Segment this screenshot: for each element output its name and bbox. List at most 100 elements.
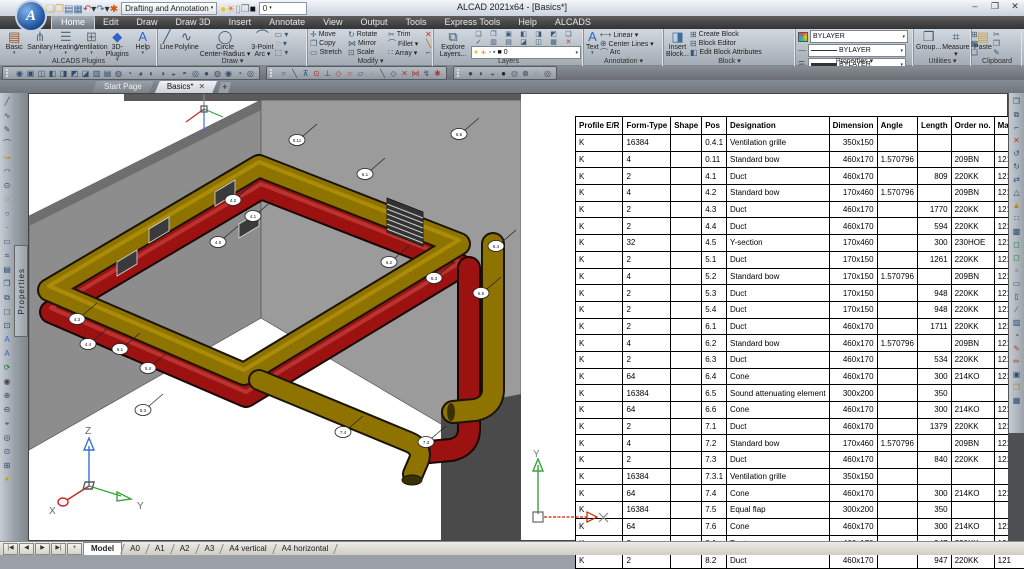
modify-tool-button[interactable]: ⇄ bbox=[1013, 173, 1020, 186]
osnap-toolbar-button[interactable]: ◇ bbox=[333, 68, 344, 79]
draw-tool-button[interactable]: ◎ bbox=[4, 431, 11, 445]
modify-button-scale[interactable]: ⊡Scale bbox=[348, 48, 388, 57]
draw-tool-button[interactable]: ✎ bbox=[4, 123, 11, 137]
view-toolbar-button[interactable]: ◨ bbox=[58, 68, 69, 79]
table-row[interactable]: K26.1Duct460x1701711220KK121 bbox=[576, 318, 1024, 335]
table-row[interactable]: K46.2Standard bow460x1701.570796209BN121 bbox=[576, 335, 1024, 352]
modify-button-copy[interactable]: ❐Copy bbox=[310, 39, 348, 48]
view-toolbar-button[interactable]: ▤ bbox=[102, 68, 113, 79]
block-button-create-block[interactable]: ⊞Create Block bbox=[690, 30, 762, 39]
modify-tool-button[interactable]: ◔ bbox=[1014, 329, 1019, 342]
view-toolbar-button[interactable]: ◫ bbox=[36, 68, 47, 79]
modify-tool-button[interactable]: ∷ bbox=[1014, 212, 1019, 225]
modify-tool-button[interactable]: ❐ bbox=[1013, 95, 1020, 108]
block-button-edit-block-attributes[interactable]: ◧Edit Block Attributes bbox=[690, 48, 762, 57]
draw-tool-button[interactable]: ⌗ bbox=[5, 249, 10, 263]
utility-button-group[interactable]: ❒Group... bbox=[916, 30, 941, 58]
paste-button[interactable]: ▤Paste bbox=[974, 30, 992, 57]
color-wheel-icon[interactable] bbox=[798, 32, 808, 42]
draw-tool-button[interactable]: ○ bbox=[5, 207, 10, 221]
menu-tab-help[interactable]: Help bbox=[509, 16, 546, 29]
draw-tool-button[interactable]: ↝ bbox=[4, 151, 11, 165]
copy-icon[interactable]: ❐ bbox=[993, 39, 1000, 48]
sheet-nav-button[interactable]: ▶| bbox=[51, 543, 66, 555]
menu-tab-draw[interactable]: Draw bbox=[128, 16, 167, 29]
modify-tool-button[interactable]: ↺ bbox=[1013, 147, 1020, 160]
draw-tool-button[interactable]: ╱ bbox=[5, 95, 10, 109]
menu-tab-view[interactable]: View bbox=[314, 16, 351, 29]
menu-tab-edit[interactable]: Edit bbox=[94, 16, 128, 29]
modify-tool-button[interactable]: △ bbox=[1013, 186, 1019, 199]
offset-icon[interactable]: ⌐ bbox=[425, 48, 432, 57]
annotation-button-linear[interactable]: ⟷Linear ▾ bbox=[600, 30, 654, 39]
modify-tool-button[interactable]: ✕ bbox=[1013, 134, 1020, 147]
table-row[interactable]: K24.4Duct460x170594220KK121 bbox=[576, 218, 1024, 235]
view-toolbar-button[interactable]: ◍ bbox=[212, 68, 223, 79]
osnap-toolbar-button[interactable]: ○ bbox=[278, 68, 289, 79]
view-toolbar-button[interactable]: ◎ bbox=[190, 68, 201, 79]
table-row[interactable]: K163846.5Sound attenuating element300x20… bbox=[576, 385, 1024, 402]
drawing-viewport[interactable]: 4.34.45.15.35.44.24.10.114.56.16.26.36.5… bbox=[28, 93, 1008, 541]
modify-button-array[interactable]: ∷Array ▾ bbox=[388, 48, 424, 57]
view-toolbar-button[interactable]: ◔ bbox=[124, 68, 135, 79]
layer-tool-icon[interactable]: ✕ bbox=[561, 38, 576, 46]
modify-button-mirror[interactable]: ⋈Mirror bbox=[348, 39, 388, 48]
table-row[interactable]: K646.4Cone460x170300214KO121 bbox=[576, 368, 1024, 385]
modify-tool-button[interactable]: ∕ bbox=[1016, 303, 1017, 316]
table-row[interactable]: K40.11Standard bow460x1701.570796209BN12… bbox=[576, 151, 1024, 168]
modify-tool-button[interactable]: ✎ bbox=[1013, 342, 1020, 355]
draw-tool-button[interactable]: ◻ bbox=[4, 305, 11, 319]
draw-tool-button[interactable]: ◉ bbox=[4, 375, 11, 389]
modify-tool-button[interactable]: ▨ bbox=[1013, 316, 1021, 329]
annotation-button-centerlines[interactable]: ⊕Center Lines ▾ bbox=[600, 39, 654, 48]
draw-tool-button[interactable]: ⊡ bbox=[4, 319, 11, 333]
layer-tool-icon[interactable]: ◫ bbox=[531, 38, 546, 46]
draw-tool-button[interactable]: ◠ bbox=[4, 165, 11, 179]
view-toolbar-button[interactable]: ▣ bbox=[25, 68, 36, 79]
restore-button[interactable]: ❐ bbox=[988, 1, 1002, 12]
draw-tool-button[interactable]: ⟳ bbox=[4, 361, 11, 375]
visual-style-button[interactable]: ◍ bbox=[509, 68, 520, 79]
osnap-toolbar-button[interactable]: ⊙ bbox=[311, 68, 322, 79]
visual-style-button[interactable]: ● bbox=[498, 68, 509, 79]
view-toolbar-button[interactable]: ◑ bbox=[157, 68, 168, 79]
modify-tool-button[interactable]: ❒ bbox=[1013, 381, 1020, 394]
draw-tool-button[interactable]: A bbox=[4, 347, 9, 361]
modify-button-move[interactable]: ✛Move bbox=[310, 30, 348, 39]
table-row[interactable]: K45.2Standard bow170x1501.570796209BN121 bbox=[576, 268, 1024, 285]
draw-button-circle[interactable]: ◯CircleCenter-Radius ▾ bbox=[200, 30, 251, 58]
doc-tab-startpage[interactable]: Start Page bbox=[92, 81, 154, 93]
app-logo-icon[interactable]: A bbox=[15, 0, 47, 32]
view-toolbar-button[interactable]: ◐ bbox=[146, 68, 157, 79]
view-toolbar-button[interactable]: ▥ bbox=[91, 68, 102, 79]
insert-block-button[interactable]: ◨InsertBlock... bbox=[666, 30, 689, 58]
layer-tool-icon[interactable]: ◧ bbox=[516, 30, 531, 38]
draw-tool-button[interactable]: ◌ bbox=[5, 193, 10, 207]
rectangle-icon[interactable]: ▭ ▾ bbox=[275, 30, 289, 39]
block-button-block-editor[interactable]: ⊟Block Editor bbox=[690, 39, 762, 48]
layer-tool-icon[interactable]: ▥ bbox=[486, 38, 501, 46]
visual-style-button[interactable]: ⊗ bbox=[520, 68, 531, 79]
draw-tool-button[interactable]: ▭ bbox=[3, 235, 11, 249]
osnap-toolbar-button[interactable]: ○ bbox=[344, 68, 355, 79]
explore-layers-button[interactable]: ⧉ExploreLayers... bbox=[436, 30, 470, 59]
table-row[interactable]: K44.2Standard bow170x4601.570796209BN121 bbox=[576, 185, 1024, 202]
modify-button-fillet[interactable]: ⌒Fillet ▾ bbox=[388, 39, 424, 48]
polygon-icon[interactable]: ⬚ ▾ bbox=[275, 48, 289, 57]
table-row[interactable]: K324.5Y-section170x460300230HOE121 bbox=[576, 235, 1024, 252]
osnap-toolbar-button[interactable]: ↯ bbox=[421, 68, 432, 79]
sheet-nav-button[interactable]: |◀ bbox=[3, 543, 18, 555]
draw-tool-button[interactable]: ⊙ bbox=[4, 179, 11, 193]
menu-tab-draw-3d[interactable]: Draw 3D bbox=[167, 16, 220, 29]
view-toolbar-button[interactable]: ◒ bbox=[168, 68, 179, 79]
modify-tool-button[interactable]: ▦ bbox=[1013, 394, 1021, 407]
osnap-toolbar-button[interactable]: ⊥ bbox=[322, 68, 333, 79]
modify-tool-button[interactable]: ◻ bbox=[1013, 251, 1020, 264]
draw-tool-button[interactable]: ⊕ bbox=[4, 389, 11, 403]
view-toolbar-button[interactable]: ◉ bbox=[14, 68, 25, 79]
sheet-nav-button[interactable]: ◀ bbox=[19, 543, 34, 555]
visual-style-button[interactable]: ● bbox=[465, 68, 476, 79]
3d-duct-scene[interactable]: 4.34.45.15.35.44.24.10.114.56.16.26.36.5… bbox=[29, 94, 521, 540]
draw-tool-button[interactable]: ⧉ bbox=[4, 291, 10, 305]
layer-tool-icon[interactable]: ▣ bbox=[501, 30, 516, 38]
